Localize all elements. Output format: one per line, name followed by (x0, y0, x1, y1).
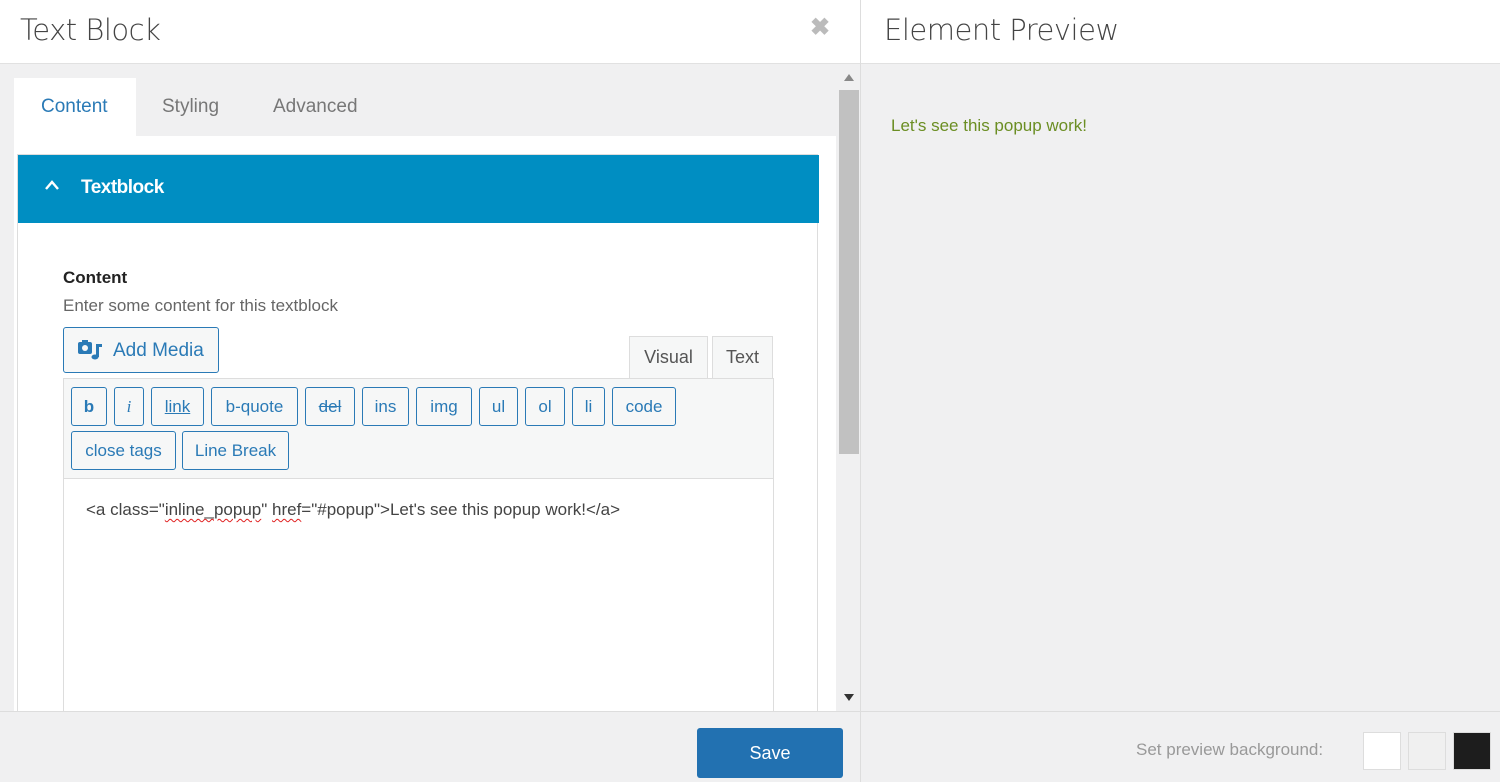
tab-advanced[interactable]: Advanced (273, 78, 358, 136)
quicktag-bquote-button[interactable]: b-quote (211, 387, 298, 426)
tab-content[interactable]: Content (14, 78, 136, 136)
spellcheck-word: inline_popup (164, 500, 262, 519)
scrollbar-thumb[interactable] (839, 90, 859, 454)
quicktag-ins-button[interactable]: ins (362, 387, 409, 426)
visual-tab[interactable]: Visual (629, 336, 708, 379)
vertical-scrollbar[interactable] (838, 64, 860, 711)
quicktag-line-break-button[interactable]: Line Break (182, 431, 289, 470)
editor-text-part: ="#popup">Let's see this popup work!</a> (301, 500, 621, 519)
scroll-down-arrow-icon[interactable] (844, 694, 854, 701)
swatch-black[interactable] (1453, 732, 1491, 770)
panel-body: Content Styling Advanced Textblock Conte… (0, 64, 860, 711)
editor-text-part: " (261, 500, 272, 519)
section-header[interactable]: Textblock (18, 155, 819, 223)
text-block-panel: Text Block ✖ Content Styling Advanced Te… (0, 0, 860, 782)
quicktag-li-button[interactable]: li (572, 387, 605, 426)
scroll-up-arrow-icon[interactable] (844, 74, 854, 81)
quicktag-code-button[interactable]: code (612, 387, 676, 426)
quicktag-ul-button[interactable]: ul (479, 387, 518, 426)
quicktags-toolbar: b i link b-quote del ins img ul ol li co… (64, 379, 773, 479)
preview-background-label: Set preview background: (1136, 740, 1324, 759)
quicktag-italic-button[interactable]: i (114, 387, 144, 426)
preview-footer: Set preview background: (861, 711, 1500, 782)
swatch-light-gray[interactable] (1408, 732, 1446, 770)
editor-text-part: <a class=" (86, 500, 165, 519)
textblock-section: Textblock Content Enter some content for… (17, 154, 819, 711)
quicktag-link-button[interactable]: link (151, 387, 204, 426)
text-tab[interactable]: Text (712, 336, 773, 379)
preview-title: Element Preview (884, 13, 1119, 47)
quicktag-ol-button[interactable]: ol (525, 387, 565, 426)
field-description: Enter some content for this textblock (63, 296, 338, 315)
panel-footer: Save (0, 711, 860, 782)
field-label: Content (63, 268, 128, 287)
panel-title: Text Block (20, 13, 161, 47)
quicktag-bold-button[interactable]: b (71, 387, 107, 426)
quicktag-close-tags-button[interactable]: close tags (71, 431, 176, 470)
preview-popup-link[interactable]: Let's see this popup work! (891, 116, 1087, 136)
close-icon[interactable]: ✖ (810, 16, 830, 40)
tab-styling[interactable]: Styling (162, 78, 219, 136)
chevron-up-icon (45, 180, 59, 190)
swatch-white[interactable] (1363, 732, 1401, 770)
panel-header: Text Block ✖ (0, 0, 860, 64)
add-media-button[interactable]: Add Media (63, 327, 219, 373)
element-preview-panel: Element Preview Let's see this popup wor… (860, 0, 1500, 782)
text-editor[interactable]: b i link b-quote del ins img ul ol li co… (63, 378, 774, 711)
media-icon (78, 340, 102, 360)
save-button[interactable]: Save (697, 728, 843, 778)
quicktag-img-button[interactable]: img (416, 387, 472, 426)
editor-textarea[interactable]: <a class="inline_popup" href="#popup">Le… (86, 500, 620, 520)
section-title: Textblock (81, 177, 164, 198)
preview-header: Element Preview (861, 0, 1500, 64)
quicktag-del-button[interactable]: del (305, 387, 355, 426)
spellcheck-word: href (272, 500, 302, 519)
add-media-label: Add Media (113, 340, 204, 361)
